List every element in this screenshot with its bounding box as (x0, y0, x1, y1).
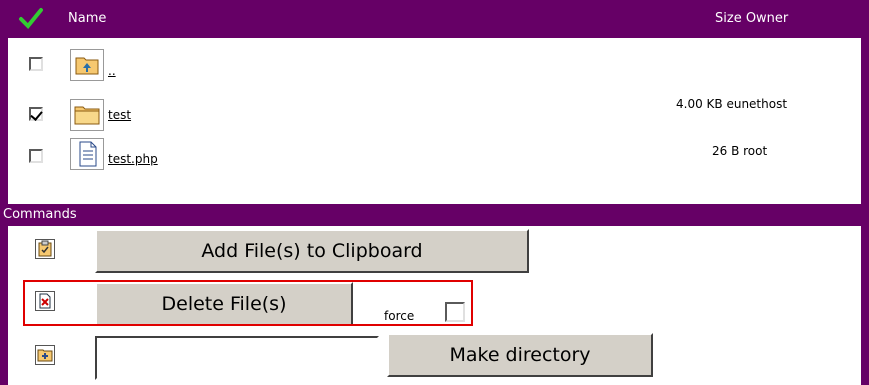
new-folder-icon (35, 345, 55, 365)
file-link-test[interactable]: test (108, 108, 131, 122)
name-column-header[interactable]: Name (68, 11, 106, 26)
delete-highlight-box (23, 280, 473, 326)
size-owner-column-header: Size Owner (715, 11, 789, 26)
clipboard-icon (35, 239, 55, 259)
file-size-owner: 26 B root (712, 144, 768, 158)
directory-name-input[interactable] (95, 336, 379, 380)
folder-up-icon[interactable] (70, 49, 104, 81)
commands-title: Commands (3, 207, 77, 222)
frame-left-border (0, 0, 8, 385)
file-link-parent[interactable]: .. (108, 64, 116, 78)
commands-header: Commands (0, 204, 869, 226)
frame-right-border (861, 0, 869, 385)
document-icon[interactable] (70, 138, 104, 170)
row-checkbox-parent[interactable] (29, 57, 43, 71)
row-checkbox-test[interactable] (29, 107, 43, 121)
file-size-owner: 4.00 KB eunethost (676, 97, 788, 111)
file-link-test-php[interactable]: test.php (108, 152, 158, 166)
row-checkbox-test-php[interactable] (29, 149, 43, 163)
select-all-check-icon[interactable] (18, 6, 44, 32)
make-directory-button[interactable]: Make directory (387, 333, 653, 377)
folder-icon[interactable] (70, 99, 104, 131)
file-list-header: Name Size Owner (0, 0, 869, 38)
add-to-clipboard-button[interactable]: Add File(s) to Clipboard (95, 229, 529, 273)
file-list: .. test 4.00 KB eunethost test.php 26 B … (8, 38, 861, 204)
